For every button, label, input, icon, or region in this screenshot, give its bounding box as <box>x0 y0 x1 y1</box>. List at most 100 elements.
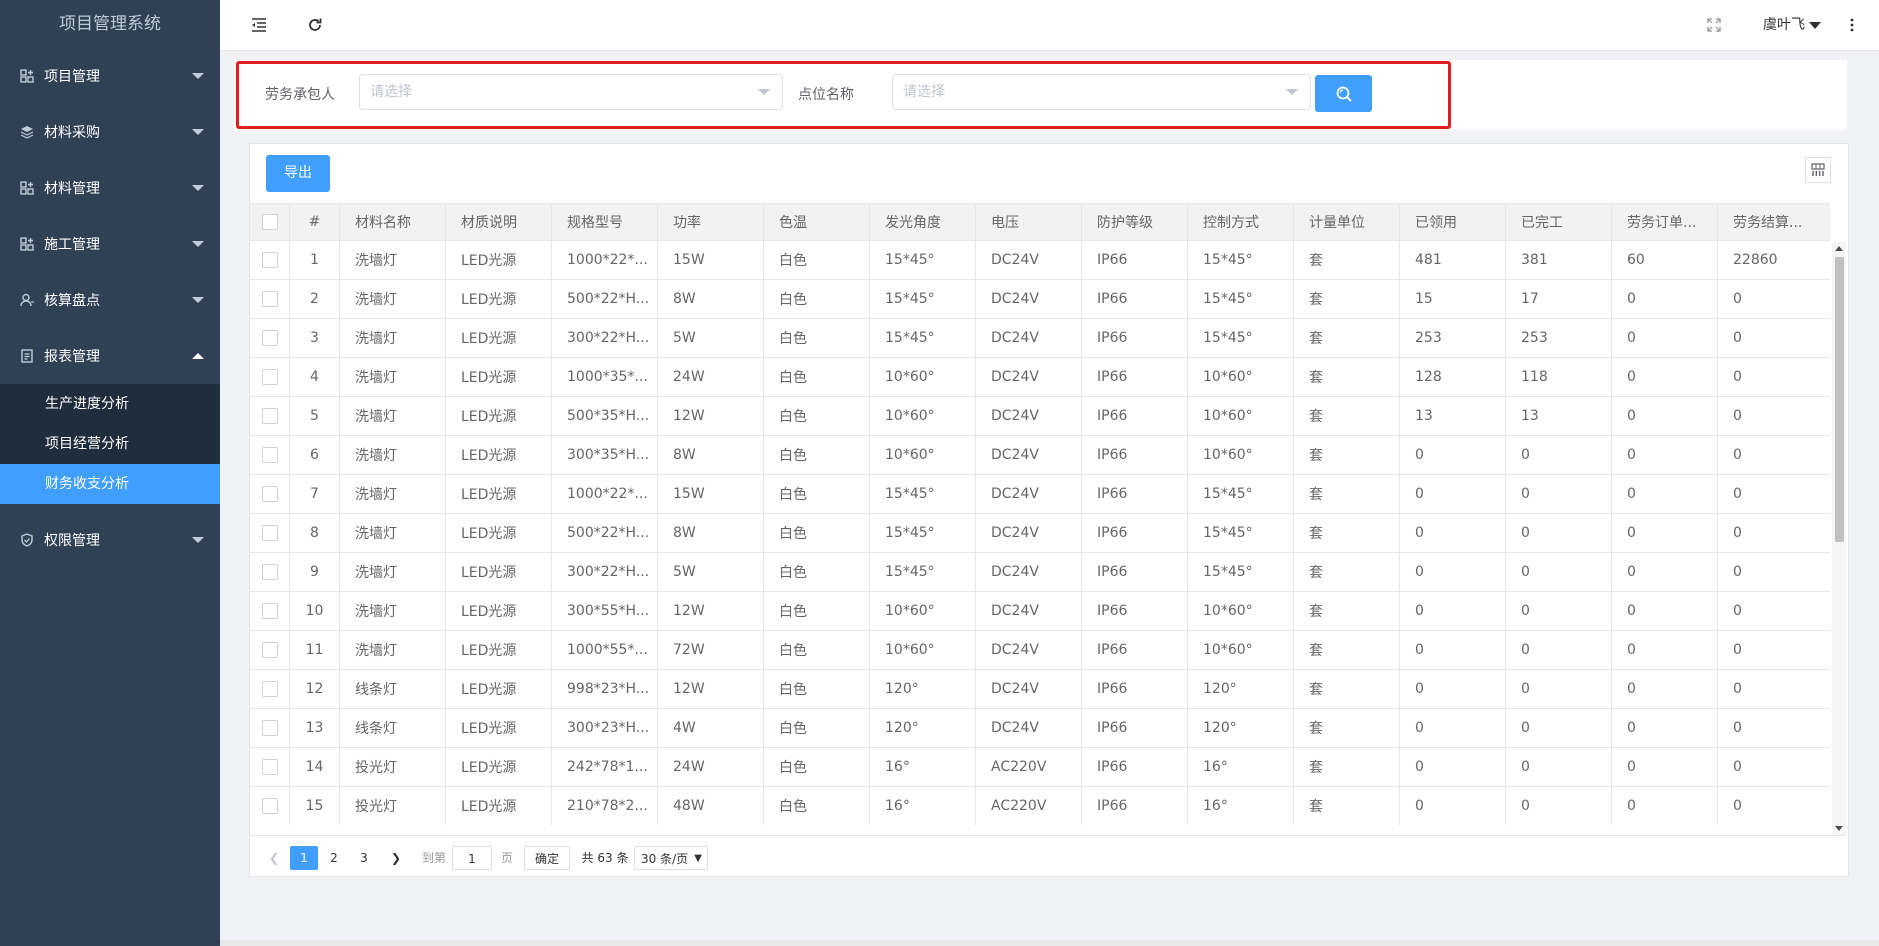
table-cell: 253 <box>1506 319 1612 357</box>
table-cell: 7 <box>290 475 340 513</box>
row-checkbox[interactable] <box>261 330 278 346</box>
column-header[interactable]: 电压 <box>976 204 1082 240</box>
row-checkbox[interactable] <box>261 369 278 385</box>
row-checkbox[interactable] <box>261 564 278 580</box>
row-checkbox[interactable] <box>261 291 278 307</box>
fullscreen-icon[interactable] <box>1703 14 1725 36</box>
table-cell: 8W <box>658 436 764 474</box>
sidebar-subitem-operations[interactable]: 项目经营分析 <box>0 424 220 464</box>
table-cell: IP66 <box>1082 397 1188 435</box>
table-cell: LED光源 <box>446 436 552 474</box>
column-header[interactable]: 计量单位 <box>1294 204 1400 240</box>
column-settings-button[interactable] <box>1805 157 1831 183</box>
table-row[interactable]: 5 洗墙灯 LED光源 500*35*H... 12W 白色 10*60° DC24V IP66… <box>250 397 1830 436</box>
goto-page-input[interactable]: 1 <box>452 846 492 870</box>
table-row[interactable]: 4 洗墙灯 LED光源 1000*35*... 24W 白色 10*60° DC24V IP66… <box>250 358 1830 397</box>
row-checkbox[interactable] <box>261 720 278 736</box>
menu-fold-icon[interactable] <box>248 14 270 36</box>
scroll-down-icon[interactable] <box>1835 826 1843 831</box>
column-header[interactable]: 材质说明 <box>446 204 552 240</box>
table-row[interactable]: 8 洗墙灯 LED光源 500*22*H... 8W 白色 15*45° DC24V IP66 1… <box>250 514 1830 553</box>
goto-confirm-button[interactable]: 确定 <box>524 846 570 870</box>
sidebar-item-construction[interactable]: 施工管理 <box>0 216 220 272</box>
more-vertical-icon[interactable] <box>1841 14 1863 36</box>
table-row[interactable]: 2 洗墙灯 LED光源 500*22*H... 8W 白色 15*45° DC24V IP66 1… <box>250 280 1830 319</box>
row-checkbox[interactable] <box>261 447 278 463</box>
table-row[interactable]: 15 投光灯 LED光源 210*78*2... 48W 白色 16° AC220V IP66 1… <box>250 787 1830 825</box>
row-select-cell <box>250 397 290 435</box>
sidebar-item-permissions[interactable]: 权限管理 <box>0 512 220 568</box>
row-checkbox[interactable] <box>261 252 278 268</box>
table-cell: 套 <box>1294 709 1400 747</box>
export-button[interactable]: 导出 <box>266 155 330 192</box>
point-select[interactable]: 请选择 <box>892 74 1311 110</box>
table-cell: 0 <box>1733 486 1742 502</box>
page-number[interactable]: 2 <box>320 846 348 870</box>
sidebar-item-purchase[interactable]: 材料采购 <box>0 104 220 160</box>
column-header[interactable]: 色温 <box>764 204 870 240</box>
column-header[interactable]: 防护等级 <box>1082 204 1188 240</box>
table-row[interactable]: 11 洗墙灯 LED光源 1000*55*... 72W 白色 10*60° DC24V IP6… <box>250 631 1830 670</box>
table-cell: 0 <box>1733 525 1742 541</box>
caret-down-icon: ▼ <box>694 853 702 864</box>
table-cell: 0 <box>1400 709 1506 747</box>
table-cell: 套 <box>1294 475 1400 513</box>
table-row[interactable]: 12 线条灯 LED光源 998*23*H... 12W 白色 120° DC24V IP66 1… <box>250 670 1830 709</box>
sidebar-item-accounting[interactable]: 核算盘点 <box>0 272 220 328</box>
table-row[interactable]: 6 洗墙灯 LED光源 300*35*H... 8W 白色 10*60° DC24V IP66 1… <box>250 436 1830 475</box>
table-cell: 5W <box>658 319 764 357</box>
row-checkbox[interactable] <box>261 642 278 658</box>
column-header[interactable]: 已完工 <box>1506 204 1612 240</box>
column-header[interactable]: 规格型号 <box>552 204 658 240</box>
refresh-icon[interactable] <box>304 14 326 36</box>
scroll-thumb[interactable] <box>1835 257 1844 542</box>
sidebar-item-project[interactable]: 项目管理 <box>0 48 220 104</box>
page-number[interactable]: 1 <box>290 846 318 870</box>
row-checkbox[interactable] <box>261 759 278 775</box>
table-scrollbar[interactable] <box>1832 242 1846 835</box>
next-page-icon[interactable]: ❯ <box>386 846 406 870</box>
table-cell: 0 <box>1506 709 1612 747</box>
page-size-select[interactable]: 30 条/页 ▼ <box>634 846 708 870</box>
column-header[interactable]: 已领用 <box>1400 204 1506 240</box>
select-all-checkbox[interactable] <box>261 214 278 230</box>
table-row[interactable]: 9 洗墙灯 LED光源 300*22*H... 5W 白色 15*45° DC24V IP66 1… <box>250 553 1830 592</box>
column-header[interactable]: 劳务结算... <box>1718 204 1830 240</box>
table-row[interactable]: 14 投光灯 LED光源 242*78*1... 24W 白色 16° AC220V IP66 1… <box>250 748 1830 787</box>
sidebar-item-reports[interactable]: 报表管理 <box>0 328 220 384</box>
row-checkbox[interactable] <box>261 603 278 619</box>
scroll-up-icon[interactable] <box>1835 246 1843 251</box>
prev-page-icon[interactable]: ❮ <box>264 846 284 870</box>
top-header: 虞叶飞 <box>220 0 1879 51</box>
sidebar-subitem-production[interactable]: 生产进度分析 <box>0 384 220 424</box>
table-cell: IP66 <box>1082 358 1188 396</box>
column-header[interactable]: 材料名称 <box>340 204 446 240</box>
row-checkbox[interactable] <box>261 798 278 814</box>
table-cell: 套 <box>1294 280 1400 318</box>
table-cell: IP66 <box>1082 436 1188 474</box>
search-button[interactable] <box>1315 75 1372 112</box>
row-checkbox[interactable] <box>261 408 278 424</box>
table-row[interactable]: 7 洗墙灯 LED光源 1000*22*... 15W 白色 15*45° DC24V IP66… <box>250 475 1830 514</box>
row-checkbox[interactable] <box>261 525 278 541</box>
column-header[interactable]: 劳务订单... <box>1612 204 1718 240</box>
row-checkbox[interactable] <box>261 681 278 697</box>
table-cell: 1000*22*... <box>552 475 658 513</box>
page-number[interactable]: 3 <box>350 846 378 870</box>
column-header[interactable]: 发光角度 <box>870 204 976 240</box>
contractor-select[interactable]: 请选择 <box>359 74 783 110</box>
user-menu[interactable]: 虞叶飞 <box>1763 0 1821 50</box>
table-row[interactable]: 1 洗墙灯 LED光源 1000*22*... 15W 白色 15*45° DC24V IP66… <box>250 241 1830 280</box>
sidebar-item-materials[interactable]: 材料管理 <box>0 160 220 216</box>
sidebar-subitem-finance[interactable]: 财务收支分析 <box>0 464 220 504</box>
column-header[interactable]: 控制方式 <box>1188 204 1294 240</box>
table-row[interactable]: 10 洗墙灯 LED光源 300*55*H... 12W 白色 10*60° DC24V IP6… <box>250 592 1830 631</box>
table-cell: 0 <box>1733 603 1742 619</box>
column-header[interactable]: 功率 <box>658 204 764 240</box>
table-cell: 0 <box>1612 553 1718 591</box>
table-row[interactable]: 3 洗墙灯 LED光源 300*22*H... 5W 白色 15*45° DC24V IP66 1… <box>250 319 1830 358</box>
row-checkbox[interactable] <box>261 486 278 502</box>
table-cell: 15 <box>1400 280 1506 318</box>
row-select-cell <box>250 670 290 708</box>
table-row[interactable]: 13 线条灯 LED光源 300*23*H... 4W 白色 120° DC24V IP66 12… <box>250 709 1830 748</box>
